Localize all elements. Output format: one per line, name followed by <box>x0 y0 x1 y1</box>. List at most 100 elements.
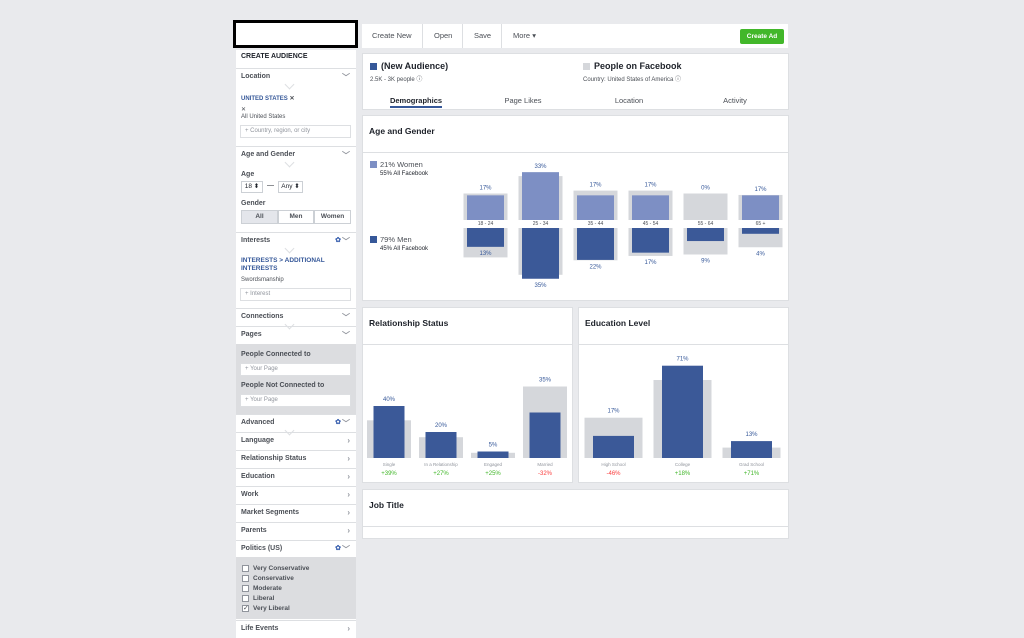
women-bar <box>577 195 614 220</box>
create-new-button[interactable]: Create New <box>362 24 423 48</box>
chevron-right-icon[interactable]: › <box>347 472 350 481</box>
value-bar <box>593 435 634 458</box>
chevron-down-icon[interactable]: ﹀ <box>342 150 350 161</box>
chevron-down-icon[interactable]: ﹀ <box>342 72 350 83</box>
work-label: Work <box>241 491 259 498</box>
sidebar-section-location[interactable]: Location ﹀ <box>236 68 356 90</box>
sidebar-item-parents[interactable]: Parents › <box>236 522 356 538</box>
people-connected-label: People Connected to <box>241 351 311 358</box>
chevron-right-icon[interactable]: › <box>347 454 350 463</box>
value-bar <box>731 441 772 458</box>
tab-location[interactable]: Location <box>599 96 659 105</box>
value-bar <box>373 406 405 458</box>
your-page-placeholder: Your Page <box>250 366 278 372</box>
men-bar <box>632 228 669 253</box>
location-placeholder: Country, region, or city <box>250 128 311 134</box>
relationship-label: Relationship Status <box>241 455 307 462</box>
sidebar-section-politics[interactable]: Politics (US) ✿ ﹀ <box>236 540 356 556</box>
age-dash: — <box>267 182 274 189</box>
save-button[interactable]: Save <box>464 24 503 48</box>
gender-all-button[interactable]: All <box>241 210 278 224</box>
baseline-bar <box>683 193 728 220</box>
chevron-down-icon[interactable]: ﹀ <box>342 418 350 429</box>
info-icon[interactable]: ⓘ <box>675 77 681 83</box>
delta-label: +27% <box>433 471 449 477</box>
chevron-right-icon[interactable]: › <box>347 508 350 517</box>
gear-icon[interactable]: ✿ <box>335 236 341 244</box>
chevron-right-icon[interactable]: › <box>347 526 350 535</box>
age-max-select[interactable]: Any ⬍ <box>278 181 303 193</box>
women-bar <box>467 195 504 220</box>
sidebar-item-relationship[interactable]: Relationship Status › <box>236 450 356 466</box>
sidebar-item-language[interactable]: Language › <box>236 432 356 448</box>
relationship-title: Relationship Status <box>369 318 449 328</box>
checkbox[interactable] <box>242 575 249 582</box>
sidebar-item-life-events[interactable]: Life Events › <box>236 620 356 636</box>
open-button[interactable]: Open <box>424 24 464 48</box>
value-bar <box>662 365 703 458</box>
sidebar-section-age-gender[interactable]: Age and Gender ﹀ <box>236 146 356 168</box>
women-data-label: 33% <box>534 164 547 170</box>
interests-breadcrumb[interactable]: INTERESTS > ADDITIONAL INTERESTS <box>241 257 351 273</box>
data-label: 20% <box>435 423 448 429</box>
age-min-select[interactable]: 18 ⬍ <box>241 181 263 193</box>
gear-icon[interactable]: ✿ <box>335 544 341 552</box>
checkbox[interactable] <box>242 595 249 602</box>
gender-men-button[interactable]: Men <box>278 210 314 224</box>
age-tick-label: 45 - 54 <box>643 221 659 227</box>
sidebar-section-interests[interactable]: Interests ✿ ﹀ <box>236 232 356 254</box>
tab-page-likes[interactable]: Page Likes <box>493 96 553 105</box>
relationship-panel: Relationship Status 40% Single +39% 20% In a… <box>362 307 573 483</box>
men-bar <box>687 228 724 242</box>
relationship-chart: 40% Single +39% 20% In a Relationship +27% 5% E… <box>367 378 567 477</box>
chevron-down-icon[interactable]: ﹀ <box>342 236 350 247</box>
chevron-down-icon[interactable]: ﹀ <box>342 544 350 555</box>
sidebar-item-education[interactable]: Education › <box>236 468 356 484</box>
remove-icon[interactable]: ✕ <box>289 96 294 102</box>
more-label: More <box>513 31 531 40</box>
pages-panel: People Connected to + Your Page People N… <box>236 344 356 414</box>
men-data-label: 35% <box>534 283 547 289</box>
checkbox[interactable] <box>242 585 249 592</box>
chevron-right-icon[interactable]: › <box>347 490 350 499</box>
chevron-down-icon[interactable]: ﹀ <box>342 330 350 341</box>
age-gender-label: Age and Gender <box>241 151 296 158</box>
sidebar-section-connections[interactable]: Connections ﹀ <box>236 308 356 330</box>
checkbox[interactable] <box>242 565 249 572</box>
sidebar-item-work[interactable]: Work › <box>236 486 356 502</box>
politics-label: Politics (US) <box>241 545 283 552</box>
info-icon[interactable]: ⓘ <box>416 77 422 83</box>
value-bar <box>529 412 561 458</box>
connected-page-input[interactable]: + Your Page <box>240 363 351 376</box>
women-bar <box>632 195 669 220</box>
chevron-down-icon[interactable]: ﹀ <box>342 312 350 323</box>
chevron-right-icon[interactable]: › <box>347 436 350 445</box>
divider <box>363 526 788 527</box>
compare-sub-text: Country: United States of America <box>583 77 674 83</box>
location-input[interactable]: + Country, region, or city <box>240 125 351 138</box>
category-label: College <box>675 462 691 467</box>
location-remove-icon[interactable]: ✕ <box>241 106 246 113</box>
politics-panel: Very Conservative Conservative Moderate … <box>236 557 356 619</box>
sidebar-section-pages[interactable]: Pages ﹀ <box>236 326 356 342</box>
men-data-label: 4% <box>756 251 765 257</box>
age-min-value: 18 <box>244 183 252 190</box>
interest-input[interactable]: + Interest <box>240 288 351 301</box>
location-selected: UNITED STATES ✕ <box>241 95 294 102</box>
tab-activity[interactable]: Activity <box>705 96 765 105</box>
tab-demographics[interactable]: Demographics <box>386 96 446 105</box>
chevron-right-icon[interactable]: › <box>347 624 350 633</box>
more-button[interactable]: More ▾ <box>503 24 546 48</box>
gender-women-button[interactable]: Women <box>314 210 351 224</box>
create-ad-button[interactable]: Create Ad <box>740 29 784 44</box>
sidebar-item-market-segments[interactable]: Market Segments › <box>236 504 356 520</box>
location-selected-label: UNITED STATES <box>241 96 288 102</box>
checkbox-checked[interactable]: ✓ <box>242 605 249 612</box>
gear-icon[interactable]: ✿ <box>335 418 341 426</box>
category-label: Married <box>537 462 553 467</box>
audience-swatch <box>370 63 377 70</box>
not-connected-page-input[interactable]: + Your Page <box>240 394 351 407</box>
section-notch <box>284 79 295 90</box>
sidebar-section-advanced[interactable]: Advanced ✿ ﹀ <box>236 414 356 436</box>
value-bar <box>477 451 509 458</box>
